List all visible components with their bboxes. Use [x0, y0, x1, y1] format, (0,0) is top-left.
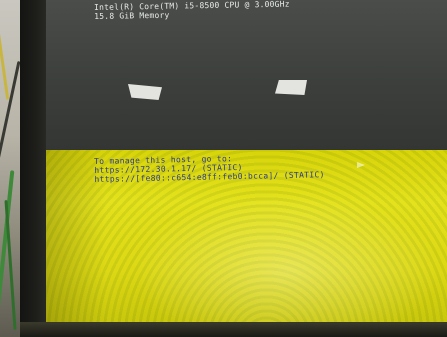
light-reflection	[275, 80, 307, 95]
system-info: Intel(R) Core(TM) i5-8500 CPU @ 3.00GHz 1…	[94, 0, 290, 21]
monitor-bezel	[20, 0, 48, 337]
console-header-area	[46, 0, 447, 150]
management-info: To manage this host, go to: https://172.3…	[94, 152, 325, 184]
monitor-screen: Intel(R) Core(TM) i5-8500 CPU @ 3.00GHz 1…	[46, 0, 447, 323]
photo-scene: Intel(R) Core(TM) i5-8500 CPU @ 3.00GHz 1…	[0, 0, 447, 337]
monitor-bezel-bottom	[20, 322, 447, 337]
